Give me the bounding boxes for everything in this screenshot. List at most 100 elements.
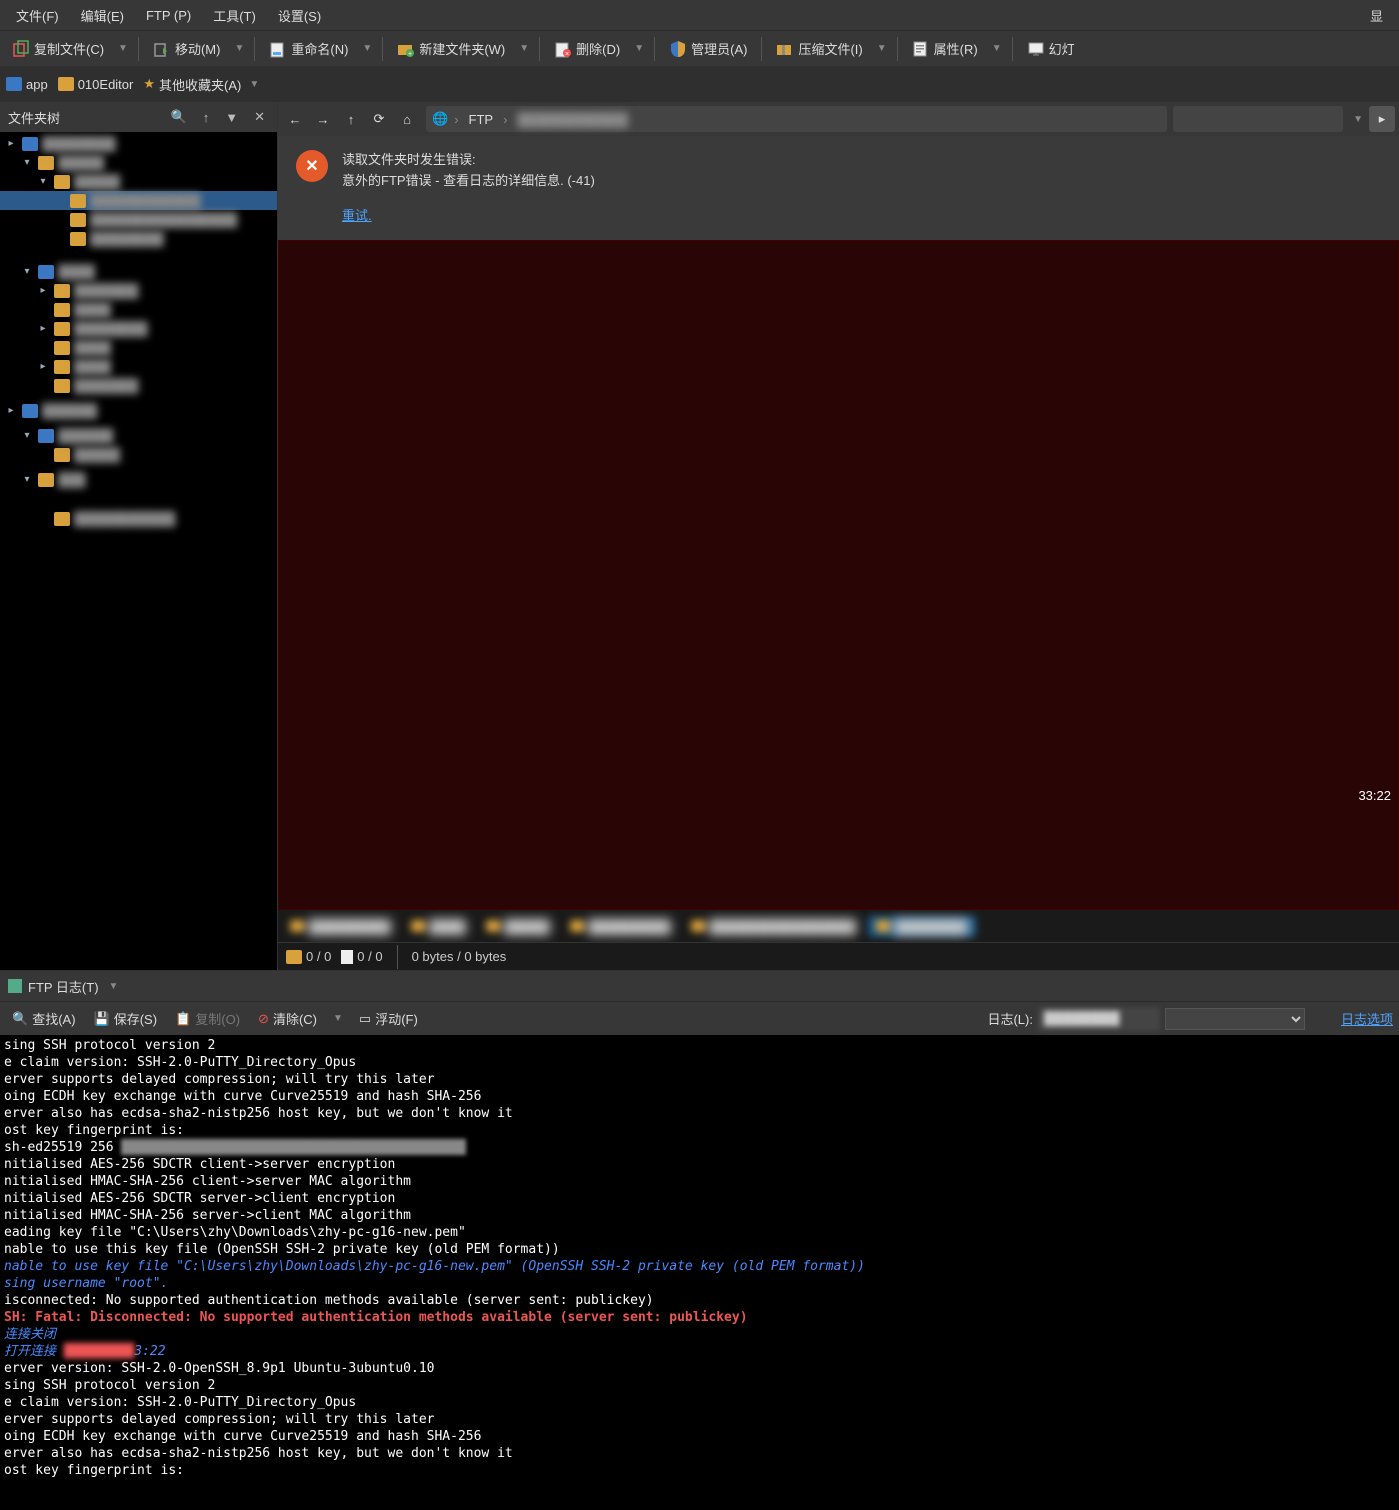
main-toolbar: 复制文件(C) ▼ 移动(M) ▼ 重命名(N) ▼ +新建文件夹(W) ▼ ×… [0,30,1399,66]
dropdown-icon[interactable]: ▼ [1349,114,1367,125]
file-view[interactable] [278,240,1399,910]
dropdown-icon[interactable]: ▼ [329,1013,347,1024]
log-filter-input[interactable] [1039,1008,1159,1030]
dropdown-icon[interactable]: ▼ [230,43,248,54]
dropdown-icon[interactable]: ▼ [221,110,242,125]
menu-ftp[interactable]: FTP (P) [136,4,201,27]
compress-button[interactable]: 压缩文件(I) [768,35,870,62]
clear-icon: ⊘ [258,1011,269,1027]
log-label: 日志(L): [987,1009,1033,1028]
dropdown-icon[interactable]: ▼ [114,43,132,54]
clear-button[interactable]: ⊘清除(C) [252,1006,323,1031]
copy-icon: 📋 [175,1011,191,1027]
move-button[interactable]: 移动(M) [145,35,229,62]
svg-text:+: + [408,51,412,58]
log-title: FTP 日志(T) [28,977,99,996]
dropdown-icon[interactable]: ▼ [873,43,891,54]
error-icon: ✕ [296,150,328,182]
rename-icon [269,40,287,58]
error-banner: ✕ 读取文件夹时发生错误: 意外的FTP错误 - 查看日志的详细信息. (-41… [278,136,1399,240]
tab-item[interactable]: █████ [478,916,558,937]
breadcrumb[interactable]: 🌐› FTP› ████████████ [426,106,1167,132]
status-bar: 0 / 0 0 / 0 0 bytes / 0 bytes [278,942,1399,970]
copy-button[interactable]: 📋复制(O) [169,1006,246,1031]
find-button[interactable]: 🔍查找(A) [6,1006,82,1031]
dropdown-icon[interactable]: ▼ [515,43,533,54]
newfolder-button[interactable]: +新建文件夹(W) [389,35,513,62]
fav-other[interactable]: ★其他收藏夹(A)▼ [143,75,263,94]
slideshow-button[interactable]: 幻灯 [1019,35,1083,62]
play-button[interactable]: ▸ [1369,106,1395,132]
error-message: 意外的FTP错误 - 查看日志的详细信息. (-41) [342,171,595,192]
log-select[interactable] [1165,1008,1305,1030]
sidebar-title: 文件夹树 [8,108,159,127]
menu-settings[interactable]: 设置(S) [268,2,331,29]
props-button[interactable]: 属性(R) [904,35,986,62]
tab-item[interactable]: ████████████████ [683,916,864,937]
dropdown-icon: ▼ [245,79,263,90]
status-files: 0 / 0 [357,949,382,964]
dropdown-icon[interactable]: ▼ [630,43,648,54]
up-icon[interactable]: ↑ [199,110,214,125]
tab-item[interactable]: ████ [403,916,474,937]
delete-icon: × [554,40,572,58]
close-icon[interactable]: ✕ [250,109,269,125]
dropdown-icon[interactable]: ▼ [105,981,123,992]
menu-file[interactable]: 文件(F) [6,2,69,29]
star-icon: ★ [143,76,155,92]
content-area: 文件夹树 🔍 ↑ ▼ ✕ ▸████████ ▾█████ ▾█████ ███… [0,102,1399,970]
search-icon[interactable]: 🔍 [167,109,191,125]
save-icon: 💾 [94,1011,110,1027]
log-options-link[interactable]: 日志选项 [1341,1009,1393,1028]
error-title: 读取文件夹时发生错误: [342,150,595,171]
menu-edit[interactable]: 编辑(E) [71,2,134,29]
sidebar-header: 文件夹树 🔍 ↑ ▼ ✕ [0,102,277,132]
crumb-host[interactable]: ████████████ [513,112,632,127]
copy-button[interactable]: 复制文件(C) [4,35,112,62]
retry-link[interactable]: 重试. [342,206,372,227]
forward-button[interactable]: → [310,106,336,132]
main-panel: ← → ↑ ⟳ ⌂ 🌐› FTP› ████████████ ▼ ▸ ✕ 读取文… [278,102,1399,970]
window-icon: ▭ [359,1011,371,1027]
tab-item[interactable]: █████████ [562,916,679,937]
log-panel: FTP 日志(T) ▼ 🔍查找(A) 💾保存(S) 📋复制(O) ⊘清除(C) … [0,970,1399,1510]
delete-button[interactable]: ×删除(D) [546,35,628,62]
folder-tree-sidebar: 文件夹树 🔍 ↑ ▼ ✕ ▸████████ ▾█████ ▾█████ ███… [0,102,278,970]
ftp-icon: 🌐 [432,111,448,127]
search-icon: 🔍 [12,1011,28,1027]
tab-item[interactable]: █████████ [282,916,399,937]
slideshow-icon [1027,40,1045,58]
log-output[interactable]: sing SSH protocol version 2 e claim vers… [0,1035,1399,1510]
log-icon [8,979,22,993]
props-icon [912,40,930,58]
fav-editor[interactable]: 010Editor [58,77,134,92]
svg-text:×: × [565,51,569,58]
menu-tools[interactable]: 工具(T) [203,2,266,29]
admin-button[interactable]: 管理员(A) [661,35,755,62]
dropdown-icon[interactable]: ▼ [358,43,376,54]
compress-icon [776,40,794,58]
menu-bar: 文件(F) 编辑(E) FTP (P) 工具(T) 设置(S) 显 [0,0,1399,30]
refresh-button[interactable]: ⟳ [366,106,392,132]
back-button[interactable]: ← [282,106,308,132]
crumb-ftp[interactable]: FTP [465,112,498,127]
folder-tree[interactable]: ▸████████ ▾█████ ▾█████ ████████████ ███… [0,132,277,970]
search-input[interactable] [1173,106,1343,132]
admin-icon [669,40,687,58]
float-button[interactable]: ▭浮动(F) [353,1006,424,1031]
folder-icon [58,77,74,91]
up-button[interactable]: ↑ [338,106,364,132]
favorites-bar: app 010Editor ★其他收藏夹(A)▼ [0,66,1399,102]
menu-display[interactable]: 显 [1360,2,1393,29]
rename-button[interactable]: 重命名(N) [261,35,356,62]
home-button[interactable]: ⌂ [394,106,420,132]
save-button[interactable]: 💾保存(S) [88,1006,164,1031]
folder-icon [286,950,302,964]
log-toolbar: 🔍查找(A) 💾保存(S) 📋复制(O) ⊘清除(C) ▼ ▭浮动(F) 日志(… [0,1001,1399,1035]
file-icon [341,950,353,964]
copy-icon [12,40,30,58]
nav-bar: ← → ↑ ⟳ ⌂ 🌐› FTP› ████████████ ▼ ▸ [278,102,1399,136]
dropdown-icon[interactable]: ▼ [988,43,1006,54]
tab-item-active[interactable]: ████████ [868,916,976,937]
fav-app[interactable]: app [6,77,48,92]
